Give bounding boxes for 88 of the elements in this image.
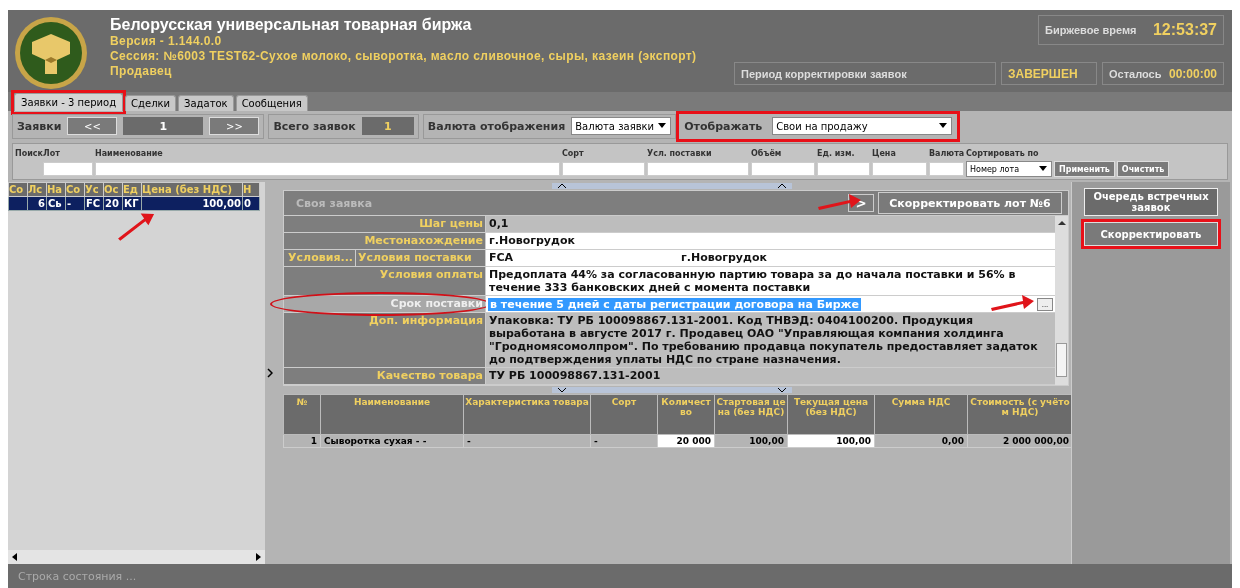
column-label: Лот	[43, 148, 61, 158]
column-header[interactable]: Наименование	[320, 394, 464, 435]
right-arrow-icon	[254, 553, 262, 561]
display-label: Отображать	[684, 119, 763, 133]
total-label: Всего заявок	[273, 119, 356, 133]
field-value[interactable]: 0,1	[486, 216, 1055, 232]
column-label: Цена	[872, 148, 897, 158]
orders-label: Заявки	[17, 119, 62, 133]
currency-dropdown[interactable]: Валюта заявки	[571, 117, 672, 135]
status-text: Строка состояния ...	[18, 569, 137, 583]
column-header[interactable]: Сорт	[590, 394, 658, 435]
column-label: Сорт	[562, 148, 585, 158]
field-value[interactable]: в течение 5 дней с даты регистрации договора на Бирже	[488, 297, 861, 311]
search-field[interactable]	[95, 162, 560, 176]
field-label: Условия...	[284, 250, 356, 266]
dropdown-value: Свои на продажу	[776, 120, 868, 132]
column-header[interactable]: Количество	[657, 394, 715, 435]
period-status: ЗАВЕРШЕН	[1001, 62, 1097, 85]
tab[interactable]: Сообщения	[235, 95, 308, 111]
session-text: Сессия: №6003 TEST62-Сухое молоко, сыворотка, масло сливочное, сыры, казеин (экспорт)	[110, 49, 698, 64]
tab[interactable]: Задаток	[178, 95, 234, 111]
table-row[interactable]: 6 Сь - FC 20 КГ 100,00 0	[8, 196, 260, 211]
scrollbar[interactable]	[1055, 216, 1068, 385]
up-arrow-icon	[1057, 220, 1066, 226]
previous-button[interactable]: <<	[67, 117, 118, 135]
display-dropdown[interactable]: Свои на продажу	[772, 117, 953, 135]
scroll-thumb[interactable]	[1056, 343, 1067, 377]
tab[interactable]: Сделки	[125, 95, 177, 111]
total-value: 1	[361, 117, 414, 135]
expand-handle-icon	[267, 368, 273, 378]
logo-icon	[14, 16, 88, 90]
role-text: Продавец	[110, 64, 173, 79]
search-field[interactable]	[929, 162, 964, 176]
remaining-value: 00:00:00	[1168, 66, 1217, 81]
clear-button[interactable]: Очистить	[1116, 161, 1170, 177]
left-arrow-icon	[11, 553, 19, 561]
search-field[interactable]	[872, 162, 927, 176]
search-field[interactable]	[562, 162, 645, 176]
panel-title: Своя заявка	[295, 196, 373, 210]
search-field[interactable]	[751, 162, 815, 176]
field-value[interactable]: Предоплата 44% за согласованную партию товара за до начала поставки и 56% в течение 333 банковских дней с момента поставки	[486, 267, 1055, 295]
time-value: 12:53:37	[1152, 21, 1217, 39]
next-button[interactable]: >>	[209, 117, 260, 135]
ellipsis-button[interactable]: ...	[1037, 297, 1053, 311]
column-header[interactable]: Характеристика товара	[463, 394, 591, 435]
column-label: Объём	[751, 148, 783, 158]
column-header[interactable]: Сумма НДС	[874, 394, 968, 435]
page-number: 1	[123, 117, 204, 135]
remaining-label: Осталось	[1109, 67, 1162, 80]
correct-button[interactable]: Скорректировать	[1084, 222, 1218, 246]
field-value[interactable]: г.Новогрудок	[678, 250, 1055, 266]
column-header[interactable]: Стартовая цена (без НДС)	[714, 394, 788, 435]
column-label: Наименование	[95, 148, 164, 158]
version-text: Версия - 1.144.0.0	[110, 34, 223, 49]
search-field[interactable]	[817, 162, 870, 176]
scrollbar[interactable]	[8, 550, 265, 564]
field-value[interactable]: г.Новогрудок	[486, 233, 1055, 249]
dropdown-value: Валюта заявки	[575, 120, 655, 132]
field-value[interactable]: FCA	[486, 250, 678, 266]
queue-button[interactable]: Очередь встречных заявок	[1084, 188, 1218, 216]
caret-icon	[1038, 166, 1048, 172]
caret-icon	[938, 123, 949, 129]
column-header[interactable]: Текущая цена (без НДС)	[787, 394, 875, 435]
currency-label: Валюта отображения	[427, 119, 566, 133]
field-value[interactable]: ТУ РБ 100098867.131-2001	[486, 368, 1055, 384]
collapse-handle-icon	[552, 387, 792, 393]
search-field[interactable]	[43, 162, 93, 176]
column-header[interactable]: Стоимость (с учётом НДС)	[967, 394, 1073, 435]
column-label: Валюта	[929, 148, 966, 158]
search-label: Поиск	[15, 148, 43, 158]
period-label: Период корректировки заявок	[741, 67, 907, 80]
field-value[interactable]: Упаковка: ТУ РБ 100098867.131-2001. Код ТНВЭД: 0404100200. Продукция выработана в августе 2017 г. Продавец ОАО "Управляющая компания холдинга "Гродномясомолпром". По требованию продавца покупатель предоставляет задаток до подтверждения уплаты НДС по стране назначения.	[486, 313, 1055, 367]
column-header[interactable]: Цена (без НДС)	[141, 182, 243, 197]
column-label: Ед. изм.	[817, 148, 856, 158]
dropdown-value: Номер лота	[970, 164, 1020, 174]
app-title: Белорусская универсальная товарная биржа	[110, 16, 473, 34]
caret-icon	[657, 123, 668, 129]
sort-label: Сортировать по	[966, 148, 1039, 158]
search-field[interactable]	[647, 162, 749, 176]
apply-button[interactable]: Применить	[1054, 161, 1115, 177]
column-label: Усл. поставки	[647, 148, 713, 158]
correct-lot-button[interactable]: Скорректировать лот №6	[878, 192, 1062, 214]
field-label: Условия поставки	[357, 250, 473, 266]
column-header[interactable]: Со	[8, 182, 28, 197]
collapse-handle-icon	[552, 183, 792, 189]
column-header[interactable]: №	[283, 394, 321, 435]
sort-dropdown[interactable]: Номер лота	[966, 161, 1052, 177]
time-label: Биржевое время	[1045, 24, 1137, 36]
